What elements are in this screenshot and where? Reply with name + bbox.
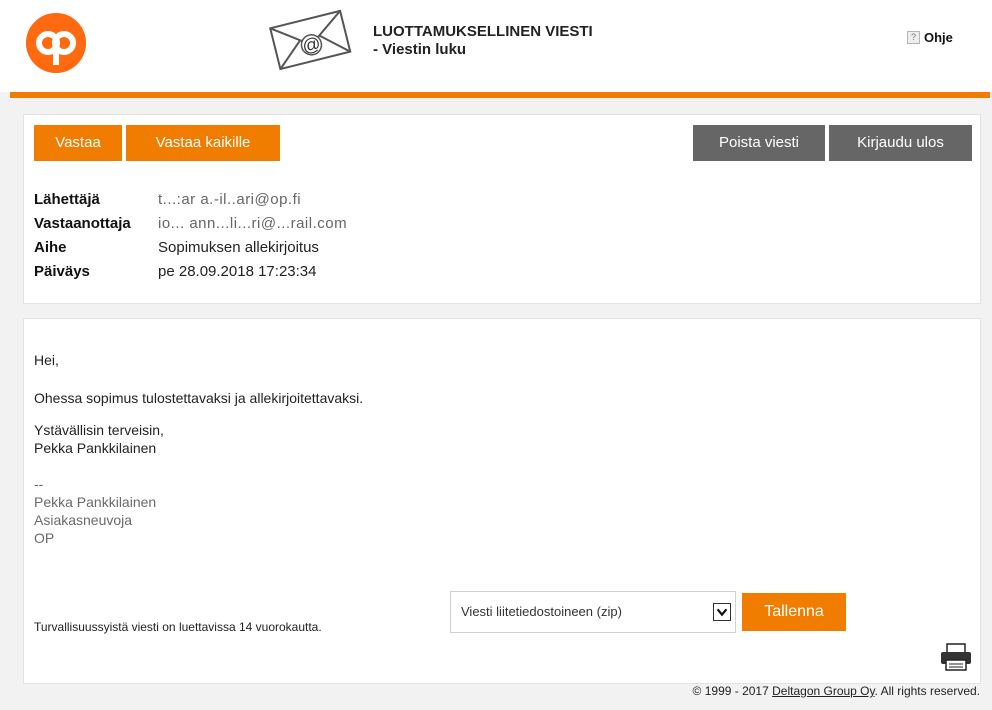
date-row: Päiväys pe 28.09.2018 17:23:34 <box>34 260 347 284</box>
logout-button[interactable]: Kirjaudu ulos <box>829 125 972 161</box>
help-icon: ? <box>907 31 920 44</box>
message-body-panel: Hei, Ohessa sopimus tulostettavaksi ja a… <box>23 318 981 684</box>
reply-all-button[interactable]: Vastaa kaikille <box>126 125 280 161</box>
title-line-1: LUOTTAMUKSELLINEN VIESTI <box>373 23 593 40</box>
sender-value: t...:ar a.-il..ari@op.fi <box>158 191 302 208</box>
recipient-value: io... ann...li...ri@...rail.com <box>158 215 348 232</box>
greeting: Hei, <box>34 352 59 368</box>
sender-row: Lähettäjä t...:ar a.-il..ari@op.fi <box>34 188 347 212</box>
reply-button[interactable]: Vastaa <box>34 125 122 161</box>
closing: Ystävällisin terveisin, <box>34 422 164 438</box>
date-value: pe 28.09.2018 17:23:34 <box>158 263 317 280</box>
message-body: Hei, Ohessa sopimus tulostettavaksi ja a… <box>34 351 363 547</box>
date-label: Päiväys <box>34 263 90 280</box>
body-line: Ohessa sopimus tulostettavaksi ja alleki… <box>34 390 364 406</box>
recipient-row: Vastaanottaja io... ann...li...ri@...rai… <box>34 212 347 236</box>
help-link[interactable]: ? Ohje <box>907 30 953 45</box>
help-label: Ohje <box>924 30 953 45</box>
title-line-2: - Viestin luku <box>373 41 467 58</box>
copyright-prefix: © 1999 - 2017 <box>692 684 773 698</box>
recipient-label: Vastaanottaja <box>34 215 131 232</box>
signature-separator: -- <box>34 476 44 492</box>
download-format-value: Viesti liitetiedostoineen (zip) <box>461 604 622 619</box>
delete-message-button[interactable]: Poista viesti <box>693 125 825 161</box>
op-logo-icon <box>26 13 86 73</box>
signature-company: OP <box>34 530 55 546</box>
subject-label: Aihe <box>34 239 67 256</box>
signature-name: Pekka Pankkilainen <box>34 494 157 510</box>
message-header-panel: Vastaa Vastaa kaikille Poista viesti Kir… <box>23 114 981 304</box>
deltagon-link[interactable]: Deltagon Group Oy <box>772 684 875 698</box>
page-title: LUOTTAMUKSELLINEN VIESTI - Viestin luku <box>373 23 593 59</box>
message-metadata: Lähettäjä t...:ar a.-il..ari@op.fi Vasta… <box>34 188 347 284</box>
closing-name: Pekka Pankkilainen <box>34 440 157 456</box>
signature-title: Asiakasneuvoja <box>34 512 133 528</box>
subject-row: Aihe Sopimuksen allekirjoitus <box>34 236 347 260</box>
chevron-down-icon <box>713 603 731 621</box>
page-header: @ LUOTTAMUKSELLINEN VIESTI - Viestin luk… <box>0 0 992 92</box>
save-button[interactable]: Tallenna <box>742 593 846 631</box>
header-divider <box>10 92 990 98</box>
security-note: Turvallisuussyistä viesti on luettavissa… <box>34 620 322 634</box>
download-format-select[interactable]: Viesti liitetiedostoineen (zip) <box>450 591 736 633</box>
sender-label: Lähettäjä <box>34 191 100 208</box>
subject-value: Sopimuksen allekirjoitus <box>158 239 319 256</box>
copyright: © 1999 - 2017 Deltagon Group Oy. All rig… <box>693 684 980 698</box>
printer-icon[interactable] <box>939 643 973 671</box>
copyright-suffix: . All rights reserved. <box>874 684 980 698</box>
envelope-at-icon: @ <box>269 9 352 71</box>
